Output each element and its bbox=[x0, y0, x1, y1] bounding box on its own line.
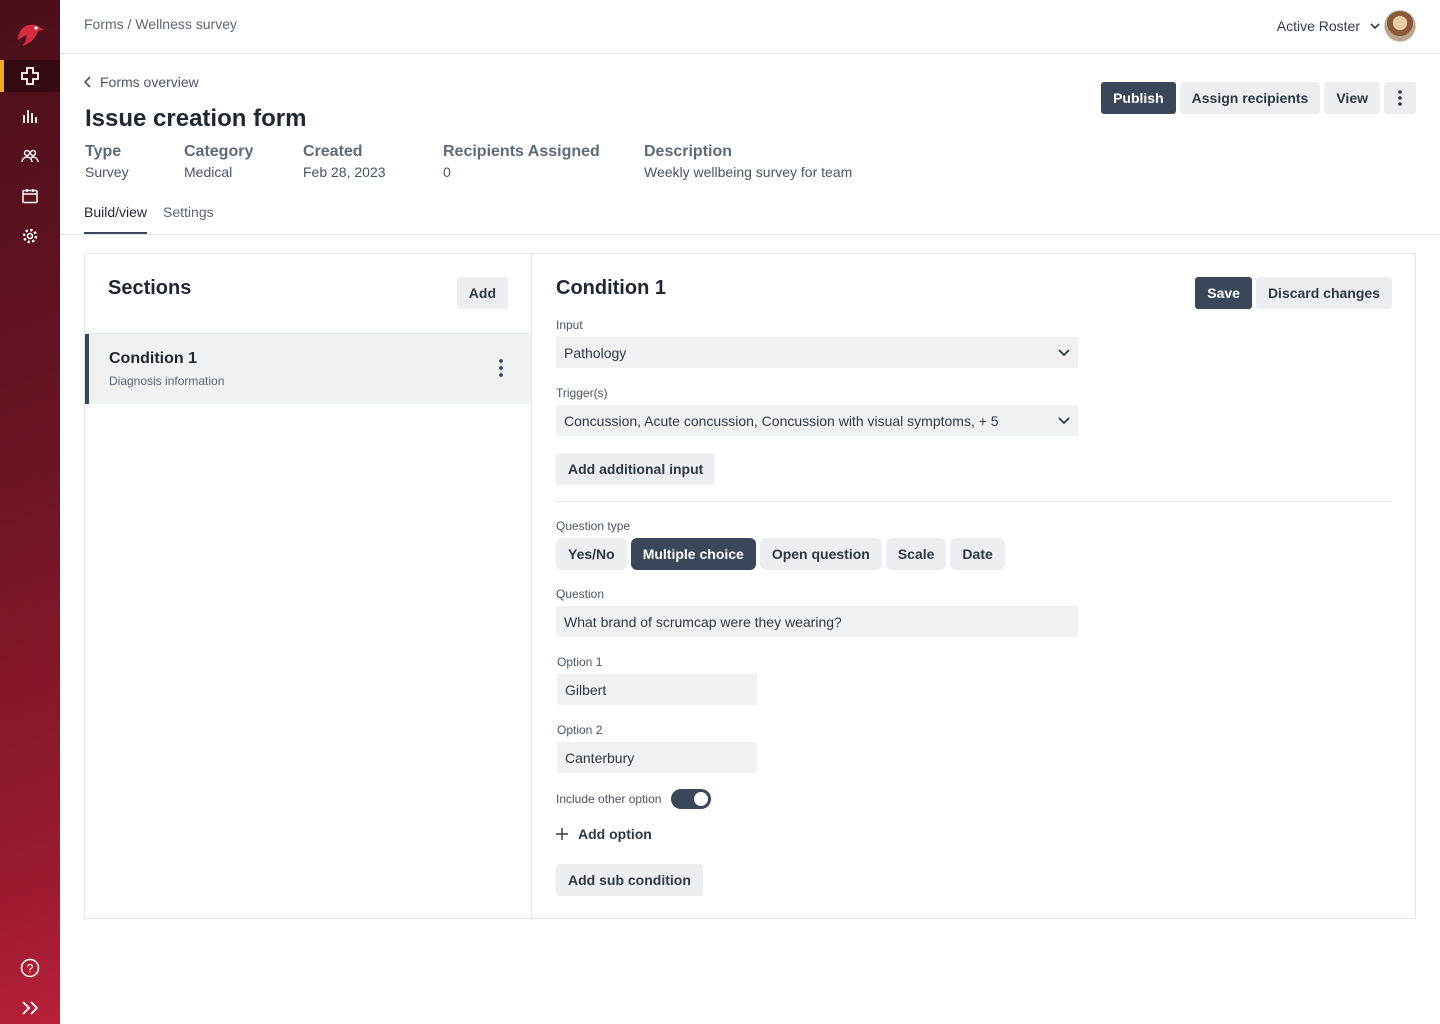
tabs-divider bbox=[60, 234, 1440, 235]
roster-selector[interactable]: Active Roster bbox=[1277, 18, 1380, 34]
triggers-select-value: Concussion, Acute concussion, Concussion… bbox=[564, 412, 999, 429]
tab-build-view[interactable]: Build/view bbox=[84, 204, 148, 234]
medical-cross-icon bbox=[21, 67, 39, 85]
question-type-open-question[interactable]: Open question bbox=[759, 538, 882, 570]
input-select[interactable]: Pathology bbox=[556, 337, 1078, 368]
meta-key: Type bbox=[85, 143, 122, 160]
chevron-down-icon bbox=[1370, 23, 1380, 30]
section-item[interactable]: Condition 1 Diagnosis information bbox=[85, 334, 531, 404]
meta-key: Created bbox=[303, 143, 363, 160]
sections-title: Sections bbox=[108, 277, 192, 299]
meta-category: Category Medical bbox=[184, 143, 253, 180]
kebab-menu-icon bbox=[1398, 90, 1402, 106]
form-builder: Sections Add Condition 1 Diagnosis infor… bbox=[84, 253, 1416, 919]
chevron-left-icon bbox=[84, 76, 91, 88]
add-option-button[interactable]: Add option bbox=[556, 826, 652, 842]
meta-value: Survey bbox=[85, 164, 129, 180]
editor-divider bbox=[556, 501, 1392, 502]
bird-logo-icon[interactable] bbox=[12, 16, 48, 52]
sections-panel: Sections Add Condition 1 Diagnosis infor… bbox=[85, 254, 532, 918]
back-link[interactable]: Forms overview bbox=[84, 74, 199, 90]
add-option-label: Add option bbox=[578, 826, 652, 842]
meta-created: Created Feb 28, 2023 bbox=[303, 143, 386, 180]
double-chevron-right-icon[interactable] bbox=[20, 998, 40, 1018]
chevron-down-icon bbox=[1058, 348, 1070, 356]
roster-label: Active Roster bbox=[1276, 18, 1360, 34]
input-label: Input bbox=[556, 318, 583, 332]
triggers-label: Trigger(s) bbox=[556, 386, 608, 400]
nav-calendar[interactable] bbox=[0, 180, 60, 212]
question-input[interactable]: What brand of scrumcap were they wearing… bbox=[556, 606, 1078, 637]
editor-actions: Save Discard changes bbox=[1195, 277, 1392, 309]
header-actions: Publish Assign recipients View bbox=[1101, 82, 1416, 114]
tab-settings[interactable]: Settings bbox=[163, 204, 214, 234]
meta-key: Description bbox=[644, 143, 733, 160]
plus-icon bbox=[556, 828, 568, 840]
add-additional-input-button[interactable]: Add additional input bbox=[556, 453, 716, 485]
nav-analytics[interactable] bbox=[0, 100, 60, 132]
discard-changes-button[interactable]: Discard changes bbox=[1255, 277, 1392, 309]
page-title: Issue creation form bbox=[85, 105, 307, 132]
top-bar: Forms / Wellness survey Active Roster bbox=[60, 0, 1440, 54]
sidebar: ? bbox=[0, 0, 60, 1024]
triggers-select[interactable]: Concussion, Acute concussion, Concussion… bbox=[556, 405, 1078, 436]
input-select-value: Pathology bbox=[564, 344, 627, 361]
help-icon[interactable]: ? bbox=[20, 958, 40, 978]
include-other-row: Include other option bbox=[556, 789, 712, 809]
meta-recipients: Recipients Assigned 0 bbox=[443, 143, 600, 180]
publish-button[interactable]: Publish bbox=[1101, 82, 1176, 114]
calendar-icon bbox=[22, 189, 38, 204]
breadcrumb[interactable]: Forms / Wellness survey bbox=[84, 16, 237, 32]
condition-editor: Condition 1 Save Discard changes Input P… bbox=[533, 254, 1415, 918]
section-title: Condition 1 bbox=[109, 350, 197, 367]
back-link-label: Forms overview bbox=[100, 74, 199, 90]
meta-key: Recipients Assigned bbox=[443, 143, 600, 160]
nav-people[interactable] bbox=[0, 140, 60, 172]
people-icon bbox=[21, 149, 39, 163]
meta-value: Medical bbox=[184, 164, 233, 180]
avatar[interactable] bbox=[1384, 10, 1416, 42]
more-options-button[interactable] bbox=[1384, 82, 1416, 114]
option-2-input[interactable]: Canterbury bbox=[557, 742, 757, 773]
nav-medical[interactable] bbox=[0, 60, 60, 92]
meta-value: 0 bbox=[443, 164, 451, 180]
meta-value: Feb 28, 2023 bbox=[303, 164, 386, 180]
meta-key: Category bbox=[184, 143, 254, 160]
meta-value: Weekly wellbeing survey for team bbox=[644, 164, 853, 180]
include-other-label: Include other option bbox=[556, 792, 662, 806]
nav-settings[interactable] bbox=[0, 220, 60, 252]
question-type-yes-no[interactable]: Yes/No bbox=[556, 538, 627, 570]
option-1-label: Option 1 bbox=[557, 655, 603, 669]
bar-chart-icon bbox=[23, 110, 37, 123]
question-label: Question bbox=[556, 587, 605, 601]
question-type-scale[interactable]: Scale bbox=[885, 538, 947, 570]
svg-text:?: ? bbox=[27, 962, 34, 976]
condition-title: Condition 1 bbox=[556, 277, 666, 299]
option-2-label: Option 2 bbox=[557, 723, 603, 737]
add-section-button[interactable]: Add bbox=[456, 277, 508, 309]
section-subtitle: Diagnosis information bbox=[109, 374, 225, 388]
chevron-down-icon bbox=[1058, 416, 1070, 424]
question-type-selector: Yes/No Multiple choice Open question Sca… bbox=[556, 538, 1005, 570]
gear-icon bbox=[22, 228, 38, 244]
question-type-date[interactable]: Date bbox=[950, 538, 1005, 570]
question-type-multiple-choice[interactable]: Multiple choice bbox=[630, 538, 756, 570]
view-button[interactable]: View bbox=[1324, 82, 1380, 114]
question-type-label: Question type bbox=[556, 519, 631, 533]
meta-description: Description Weekly wellbeing survey for … bbox=[644, 143, 852, 180]
save-button[interactable]: Save bbox=[1195, 277, 1252, 309]
kebab-menu-icon[interactable] bbox=[499, 359, 503, 377]
assign-recipients-button[interactable]: Assign recipients bbox=[1179, 82, 1321, 114]
meta-type: Type Survey bbox=[85, 143, 129, 180]
add-sub-condition-button[interactable]: Add sub condition bbox=[556, 864, 703, 896]
include-other-toggle[interactable] bbox=[671, 789, 712, 809]
tab-bar: Build/view Settings bbox=[84, 204, 214, 234]
option-1-input[interactable]: Gilbert bbox=[557, 674, 757, 705]
